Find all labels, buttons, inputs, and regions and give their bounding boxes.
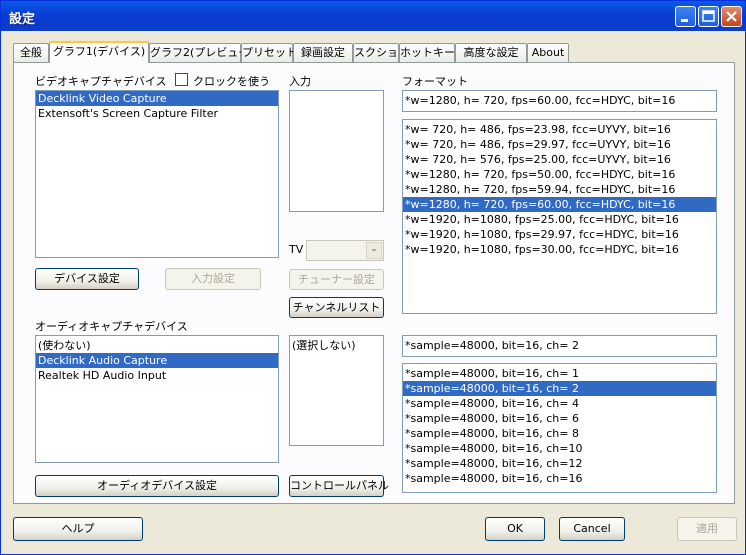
audio-device-label: オーディオキャプチャデバイス	[35, 320, 188, 333]
tab-advanced[interactable]: 高度な設定	[455, 43, 527, 62]
tab-screenshot[interactable]: スクショ	[353, 43, 399, 62]
tab-hotkey[interactable]: ホットキー	[399, 43, 455, 62]
tab-preset[interactable]: プリセット	[241, 43, 297, 62]
list-item[interactable]: Decklink Audio Capture	[36, 353, 278, 368]
video-device-list[interactable]: Decklink Video Capture Extensoft's Scree…	[35, 90, 279, 258]
audio-device-list[interactable]: (使わない) Decklink Audio Capture Realtek HD…	[35, 335, 279, 463]
minimize-icon	[681, 19, 688, 22]
list-item[interactable]: *sample=48000, bit=16, ch=10	[403, 441, 716, 456]
maximize-icon	[702, 10, 715, 22]
list-item[interactable]: *w= 720, h= 486, fps=29.97, fcc=UYVY, bi…	[403, 137, 716, 152]
list-item[interactable]: *w=1920, h=1080, fps=25.00, fcc=HDYC, bi…	[403, 212, 716, 227]
minimize-button[interactable]	[675, 6, 696, 27]
video-device-label: ビデオキャプチャデバイス	[35, 75, 167, 88]
list-item[interactable]: *w= 720, h= 576, fps=25.00, fcc=UYVY, bi…	[403, 152, 716, 167]
tv-label: TV	[289, 243, 304, 256]
list-item[interactable]: *sample=48000, bit=16, ch= 8	[403, 426, 716, 441]
audio-device-settings-button[interactable]: オーディオデバイス設定	[35, 475, 279, 497]
format-label: フォーマット	[402, 75, 468, 88]
tab-graph1-device[interactable]: グラフ1(デバイス)	[49, 41, 149, 63]
input-list[interactable]	[289, 90, 384, 212]
close-icon	[726, 11, 737, 22]
control-panel-button[interactable]: コントロールパネル	[289, 475, 389, 497]
list-item[interactable]: *w=1280, h= 720, fps=59.94, fcc=HDYC, bi…	[403, 182, 716, 197]
settings-dialog: 設定 全般 グラフ1(デバイス) グラフ2(プレビュー) プリセット 録画設定 …	[0, 0, 746, 555]
tab-about[interactable]: About	[527, 43, 569, 62]
list-item[interactable]: *sample=48000, bit=16, ch=12	[403, 456, 716, 471]
input-label: 入力	[289, 75, 311, 88]
list-item[interactable]: *w=1280, h= 720, fps=60.00, fcc=HDYC, bi…	[403, 197, 716, 212]
format-field[interactable]: *w=1280, h= 720, fps=60.00, fcc=HDYC, bi…	[402, 90, 717, 112]
maximize-button[interactable]	[698, 6, 719, 27]
tab-recording[interactable]: 録画設定	[293, 43, 353, 62]
list-item[interactable]: (使わない)	[36, 338, 278, 353]
list-item[interactable]: *sample=48000, bit=16, ch= 2	[403, 381, 716, 396]
list-item[interactable]: *sample=48000, bit=16, ch= 1	[403, 366, 716, 381]
help-button[interactable]: ヘルプ	[13, 517, 143, 541]
audio-format-field[interactable]: *sample=48000, bit=16, ch= 2	[402, 335, 717, 357]
list-item[interactable]: *w=1920, h=1080, fps=30.00, fcc=HDYC, bi…	[403, 242, 716, 257]
close-button[interactable]	[721, 6, 742, 27]
use-clock-checkbox[interactable]	[175, 73, 188, 86]
list-item[interactable]: *sample=48000, bit=16, ch= 6	[403, 411, 716, 426]
list-item[interactable]: *sample=48000, bit=16, ch=16	[403, 471, 716, 486]
list-item[interactable]: (選択しない)	[290, 338, 383, 353]
window-title: 設定	[9, 12, 36, 27]
list-item[interactable]: *sample=48000, bit=16, ch= 4	[403, 396, 716, 411]
tv-select[interactable]	[306, 240, 384, 261]
list-item[interactable]: Realtek HD Audio Input	[36, 368, 278, 383]
list-item[interactable]: *w=1280, h= 720, fps=50.00, fcc=HDYC, bi…	[403, 167, 716, 182]
list-item[interactable]: Extensoft's Screen Capture Filter	[36, 106, 278, 121]
list-item[interactable]: *w=1920, h=1080, fps=29.97, fcc=HDYC, bi…	[403, 227, 716, 242]
tuner-settings-button[interactable]: チューナー設定	[289, 269, 384, 290]
cancel-button[interactable]: Cancel	[559, 517, 625, 541]
list-item[interactable]: Decklink Video Capture	[36, 91, 278, 106]
audio-format-list[interactable]: *sample=48000, bit=16, ch= 1 *sample=480…	[402, 363, 717, 493]
list-item[interactable]: *w= 720, h= 486, fps=23.98, fcc=UYVY, bi…	[403, 122, 716, 137]
combo-arrow	[366, 242, 382, 259]
input-settings-button[interactable]: 入力設定	[165, 268, 261, 290]
ok-button[interactable]: OK	[485, 517, 545, 541]
format-list[interactable]: *w= 720, h= 486, fps=23.98, fcc=UYVY, bi…	[402, 119, 717, 314]
tab-general[interactable]: 全般	[13, 43, 49, 62]
audio-input-list[interactable]: (選択しない)	[289, 335, 384, 446]
tab-graph2-preview[interactable]: グラフ2(プレビュー)	[149, 43, 254, 62]
chevron-down-icon	[371, 249, 377, 252]
apply-button[interactable]: 適用	[677, 517, 737, 541]
channel-list-button[interactable]: チャンネルリスト	[289, 297, 384, 318]
device-settings-button[interactable]: デバイス設定	[35, 268, 139, 290]
title-bar[interactable]: 設定	[1, 1, 745, 31]
use-clock-label: クロックを使う	[193, 75, 270, 88]
